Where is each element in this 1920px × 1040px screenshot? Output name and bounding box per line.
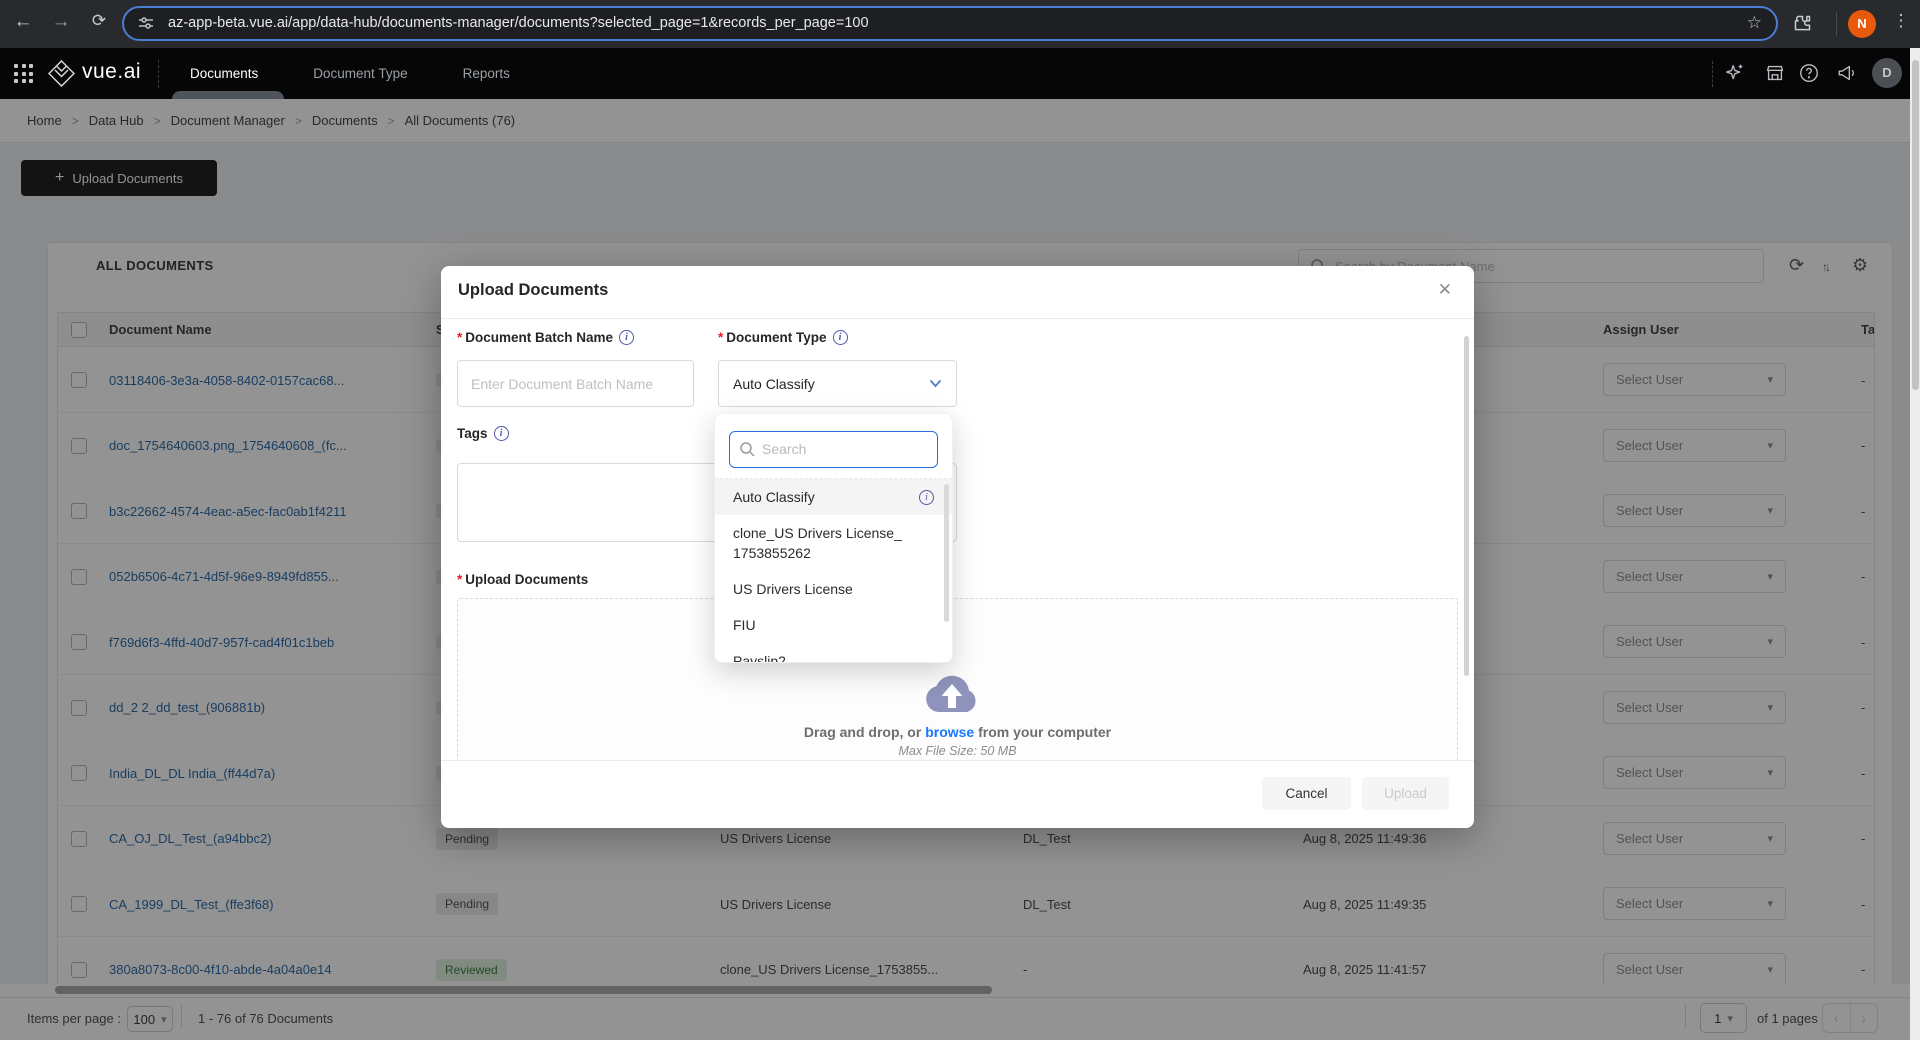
address-bar[interactable]: az-app-beta.vue.ai/app/data-hub/document…	[122, 6, 1778, 41]
modal-scrollbar[interactable]	[1464, 336, 1469, 676]
required-asterisk: *	[718, 330, 723, 345]
nav-tab-document-type[interactable]: Document Type	[313, 66, 407, 81]
document-type-value: Auto Classify	[733, 376, 815, 392]
browser-forward-icon[interactable]: →	[48, 11, 74, 33]
close-icon[interactable]: ✕	[1438, 280, 1452, 300]
dropdown-search-input[interactable]	[760, 432, 932, 466]
site-settings-icon[interactable]	[138, 15, 154, 31]
modal-title: Upload Documents	[458, 281, 608, 300]
cancel-button[interactable]: Cancel	[1262, 777, 1351, 810]
document-type-dropdown: Auto Classify i clone_US Drivers License…	[714, 413, 953, 663]
browser-toolbar: ← → ⟳ az-app-beta.vue.ai/app/data-hub/do…	[0, 0, 1920, 48]
ai-sparkle-icon[interactable]	[1724, 62, 1746, 84]
document-type-label: *Document Type i	[718, 330, 848, 345]
dropdown-options: Auto Classify i clone_US Drivers License…	[715, 479, 952, 663]
page-scrollbar-thumb[interactable]	[1912, 60, 1919, 390]
batch-name-input[interactable]	[457, 360, 694, 407]
modal-body: *Document Batch Name i *Document Type i …	[441, 318, 1474, 760]
app-navbar: vue.ai Documents Document Type Reports D	[0, 48, 1920, 99]
help-icon[interactable]	[1798, 62, 1820, 84]
nav-tab-reports[interactable]: Reports	[463, 66, 510, 81]
browser-reload-icon[interactable]: ⟳	[86, 11, 112, 31]
browser-profile-avatar[interactable]: N	[1848, 10, 1876, 38]
max-file-size: Max File Size: 50 MB	[441, 744, 1474, 758]
dropdown-option[interactable]: clone_US Drivers License_1753855262 i	[715, 515, 952, 571]
app-launcher-grid-icon[interactable]	[14, 64, 34, 84]
upload-documents-modal: Upload Documents ✕ *Document Batch Name …	[441, 266, 1474, 828]
marketplace-store-icon[interactable]	[1764, 62, 1786, 84]
dropdown-option[interactable]: FIU i	[715, 607, 952, 643]
brand-name: vue.ai	[82, 60, 141, 84]
chevron-down-icon	[929, 379, 942, 388]
dropdown-option[interactable]: US Drivers License i	[715, 571, 952, 607]
page-scrollbar-track	[1910, 48, 1920, 1040]
browser-back-icon[interactable]: ←	[10, 11, 36, 33]
cloud-upload-icon	[919, 666, 985, 716]
info-icon[interactable]: i	[833, 330, 848, 345]
modal-footer-divider	[441, 760, 1474, 761]
extensions-puzzle-icon[interactable]	[1792, 13, 1818, 34]
url-text[interactable]: az-app-beta.vue.ai/app/data-hub/document…	[168, 8, 869, 39]
search-icon	[739, 441, 756, 458]
dropdown-option[interactable]: Auto Classify i	[715, 479, 952, 515]
browse-link[interactable]: browse	[925, 724, 974, 740]
vue-ai-logo-icon	[48, 60, 75, 87]
screen: ← → ⟳ az-app-beta.vue.ai/app/data-hub/do…	[0, 0, 1920, 1040]
required-asterisk: *	[457, 330, 462, 345]
required-asterisk: *	[457, 572, 462, 587]
tags-label: Tags i	[457, 426, 509, 441]
dropdown-search-box[interactable]	[729, 431, 938, 468]
document-type-select[interactable]: Auto Classify	[718, 360, 957, 407]
dropdown-scrollbar[interactable]	[944, 484, 949, 622]
upload-button-disabled[interactable]: Upload	[1362, 777, 1449, 810]
nav-right-divider	[1712, 61, 1713, 87]
dropdown-option[interactable]: Payslip2 i	[715, 643, 952, 663]
info-icon[interactable]: i	[919, 490, 934, 505]
browser-menu-kebab-icon[interactable]: ⋮	[1888, 11, 1914, 31]
toolbar-divider	[1836, 12, 1837, 36]
nav-tab-documents[interactable]: Documents	[190, 66, 258, 81]
upload-documents-label: *Upload Documents	[457, 572, 588, 587]
info-icon[interactable]: i	[619, 330, 634, 345]
bookmark-star-icon[interactable]: ☆	[1747, 13, 1762, 33]
info-icon[interactable]: i	[494, 426, 509, 441]
batch-name-label: *Document Batch Name i	[457, 330, 634, 345]
dropzone-instruction: Drag and drop, or browse from your compu…	[441, 724, 1474, 740]
announcements-megaphone-icon[interactable]	[1836, 62, 1859, 84]
active-tab-indicator	[172, 91, 284, 99]
user-avatar[interactable]: D	[1872, 58, 1902, 88]
nav-divider	[158, 60, 159, 88]
